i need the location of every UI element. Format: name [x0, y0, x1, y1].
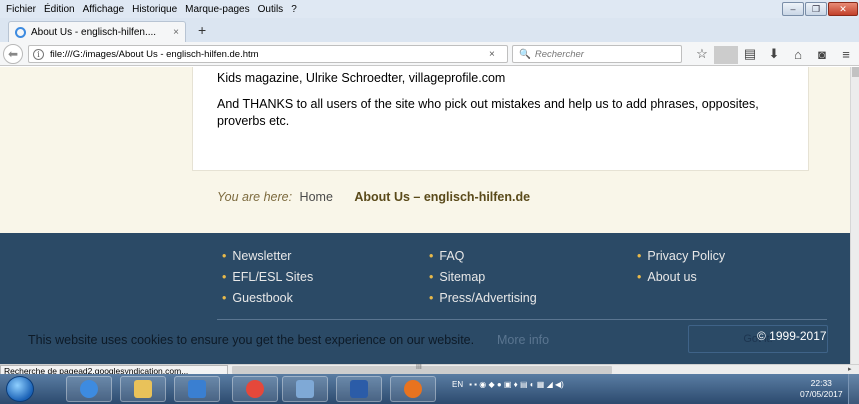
taskbar-app-chrome[interactable] [232, 376, 278, 402]
start-button[interactable] [6, 376, 34, 402]
scroll-thumb[interactable] [852, 67, 859, 77]
tray-icons[interactable]: ▪ ▪ ◉ ◆ ● ▣ ♦ ▤ ◐ ▦ ◢ ◀) [469, 380, 564, 389]
credits-paragraph: Kids magazine, Ulrike Schroedter, villag… [217, 71, 506, 85]
menu-edition[interactable]: Édition [44, 4, 75, 15]
breadcrumb-prefix: You are here: [217, 190, 293, 204]
tab-title: About Us - englisch-hilfen.... [31, 26, 157, 38]
clock-date: 07/05/2017 [800, 389, 843, 399]
footer-link-efl-sites[interactable]: EFL/ESL Sites [222, 267, 313, 288]
file-explorer-icon [134, 380, 152, 398]
home-icon[interactable]: ⌂ [786, 45, 810, 63]
minimize-button[interactable]: – [782, 2, 804, 16]
vertical-scrollbar[interactable] [850, 67, 859, 364]
firefox-icon [404, 380, 422, 398]
menu-affichage[interactable]: Affichage [83, 4, 125, 15]
menu-help[interactable]: ? [291, 4, 297, 15]
url-clear-button[interactable]: × [489, 49, 507, 60]
menu-fichier[interactable]: Fichier [6, 4, 36, 15]
app-window-icon [296, 380, 314, 398]
menu-marque-pages[interactable]: Marque-pages [185, 4, 249, 15]
bookmark-star-icon[interactable]: ☆ [690, 45, 714, 63]
windows-taskbar: EN ▪ ▪ ◉ ◆ ● ▣ ♦ ▤ ◐ ▦ ◢ ◀) 22:33 07/05/… [0, 374, 859, 404]
system-tray: EN ▪ ▪ ◉ ◆ ● ▣ ♦ ▤ ◐ ▦ ◢ ◀) [452, 380, 570, 389]
internet-explorer-icon [80, 380, 98, 398]
footer-column-2: FAQ Sitemap Press/Advertising [429, 246, 537, 309]
footer-link-faq[interactable]: FAQ [429, 246, 537, 267]
cookie-banner: This website uses cookies to ensure you … [0, 323, 850, 359]
horizontal-scrollbar[interactable] [232, 366, 612, 374]
footer-link-about[interactable]: About us [637, 267, 725, 288]
status-row: Recherche de pagead2.googlesyndication.c… [0, 364, 859, 377]
footer-divider [217, 319, 827, 320]
new-tab-button[interactable]: + [198, 22, 206, 38]
taskbar-app-file-explorer[interactable] [120, 376, 166, 402]
restore-button[interactable]: ❐ [805, 2, 827, 16]
cookie-more-info-link[interactable]: More info [497, 333, 549, 347]
minimize-icon: – [790, 4, 796, 14]
search-input[interactable]: 🔍 Rechercher [512, 45, 682, 63]
media-player-icon [188, 380, 206, 398]
bookmarks-menu-icon[interactable]: ▤ [738, 45, 762, 63]
taskbar-app-media-player[interactable] [174, 376, 220, 402]
download-icon[interactable]: ⬇ [762, 45, 786, 63]
cookie-message: This website uses cookies to ensure you … [28, 333, 475, 347]
search-placeholder: Rechercher [534, 48, 584, 60]
footer-link-privacy[interactable]: Privacy Policy [637, 246, 725, 267]
footer-link-guestbook[interactable]: Guestbook [222, 288, 313, 309]
tab-bar: About Us - englisch-hilfen.... × + [0, 18, 859, 42]
breadcrumb: You are here: Home About Us – englisch-h… [217, 190, 530, 204]
show-desktop-button[interactable] [848, 374, 859, 404]
taskbar-app-app-window[interactable] [282, 376, 328, 402]
clock[interactable]: 22:33 07/05/2017 [800, 378, 843, 400]
breadcrumb-current: About Us – englisch-hilfen.de [354, 190, 531, 204]
copyright-text: © 1999-2017 [757, 329, 827, 343]
restore-icon: ❐ [811, 3, 821, 14]
breadcrumb-home-link[interactable]: Home [300, 190, 333, 204]
taskbar-app-word[interactable] [336, 376, 382, 402]
toolbar-icons: ☆ ▤ ⬇ ⌂ ◙ ≡ [690, 45, 858, 64]
word-icon [350, 380, 368, 398]
tab-close-button[interactable]: × [173, 27, 179, 38]
back-arrow-icon: ⬅ [7, 47, 19, 61]
taskbar-app-internet-explorer[interactable] [66, 376, 112, 402]
footer-column-1: Newsletter EFL/ESL Sites Guestbook [222, 246, 313, 309]
menu-bar: Fichier Édition Affichage Historique Mar… [0, 0, 859, 18]
search-icon: 🔍 [519, 48, 531, 60]
taskbar-app-firefox[interactable] [390, 376, 436, 402]
menu-outils[interactable]: Outils [258, 4, 284, 15]
back-button[interactable]: ⬅ [3, 44, 23, 64]
footer-link-newsletter[interactable]: Newsletter [222, 246, 313, 267]
language-indicator[interactable]: EN [452, 380, 463, 389]
navigation-bar: ⬅ i file:///G:/images/About Us - englisc… [0, 42, 859, 66]
thanks-paragraph: And THANKS to all users of the site who … [217, 97, 759, 128]
menu-historique[interactable]: Historique [132, 4, 177, 15]
site-footer: Newsletter EFL/ESL Sites Guestbook FAQ S… [0, 233, 850, 364]
footer-link-sitemap[interactable]: Sitemap [429, 267, 537, 288]
hamburger-menu-icon[interactable]: ≡ [834, 45, 858, 63]
footer-column-3: Privacy Policy About us [637, 246, 725, 288]
footer-link-press[interactable]: Press/Advertising [429, 288, 536, 309]
content-card: Kids magazine, Ulrike Schroedter, villag… [192, 67, 809, 171]
loading-icon [15, 26, 26, 38]
close-icon: ✕ [839, 3, 847, 14]
url-text: file:///G:/images/About Us - englisch-hi… [50, 48, 259, 60]
url-bar[interactable]: i file:///G:/images/About Us - englisch-… [28, 45, 508, 63]
pocket-icon[interactable]: ◙ [810, 45, 834, 63]
window-controls: – ❐ ✕ [782, 0, 859, 18]
info-icon[interactable]: i [33, 48, 44, 60]
scroll-right-icon[interactable]: ▸ [848, 365, 852, 373]
clock-time: 22:33 [810, 378, 832, 388]
toolbar-separator [714, 46, 738, 64]
close-window-button[interactable]: ✕ [828, 2, 858, 16]
scroll-grip: III [416, 364, 422, 371]
page-content: Kids magazine, Ulrike Schroedter, villag… [0, 67, 850, 364]
tab-about-us[interactable]: About Us - englisch-hilfen.... × [8, 21, 186, 42]
chrome-icon [246, 380, 264, 398]
